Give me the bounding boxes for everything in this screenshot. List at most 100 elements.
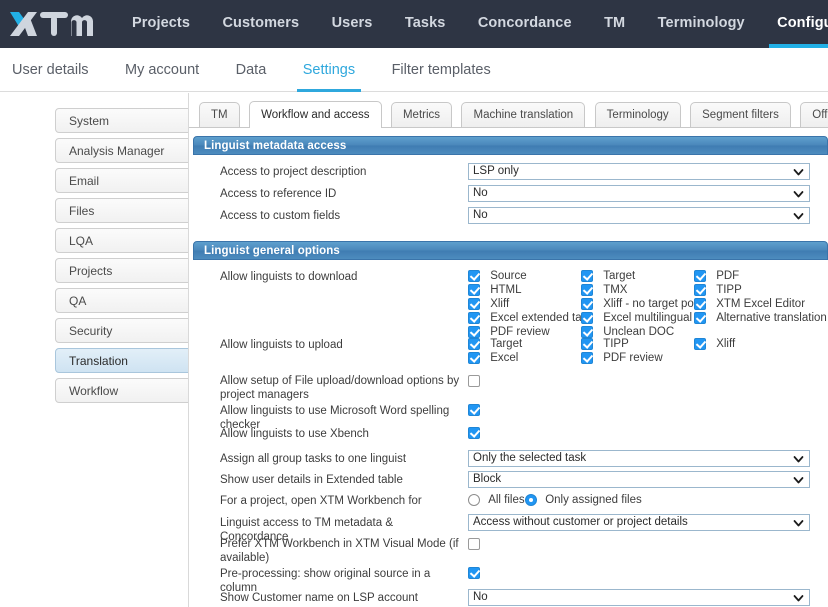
- checkbox-download-alternative-translation[interactable]: [694, 312, 706, 324]
- sidebar-item-system[interactable]: System: [55, 108, 188, 133]
- subnav-item-user-details[interactable]: User details: [0, 48, 105, 92]
- field-access-to-project-description: LSP only: [468, 163, 810, 180]
- row-tm-metadata-access: Linguist access to TM metadata & Concord…: [189, 514, 828, 543]
- label-download-excel-extended-table: Excel extended table: [490, 312, 581, 324]
- checkbox-download-xtm-excel-editor[interactable]: [694, 298, 706, 310]
- row-allow-xbench: Allow linguists to use Xbench: [189, 427, 828, 450]
- select-show-user-details[interactable]: Block: [468, 471, 810, 488]
- checkbox-download-xliff[interactable]: [468, 298, 480, 310]
- subnav-item-filter-templates[interactable]: Filter templates: [376, 48, 507, 92]
- topnav-item-tasks[interactable]: Tasks: [391, 0, 460, 48]
- select-access-to-reference-id[interactable]: No: [468, 185, 810, 202]
- row-assign-group-tasks: Assign all group tasks to one linguist O…: [189, 450, 828, 471]
- subnav-item-my-account[interactable]: My account: [109, 48, 215, 92]
- label-download-target: Target: [603, 270, 636, 282]
- topnav-item-customers[interactable]: Customers: [208, 0, 313, 48]
- checkbox-download-pdf[interactable]: [694, 270, 706, 282]
- row-access-to-reference-id: Access to reference ID No: [189, 185, 828, 205]
- checkbox-download-pdf-review[interactable]: [468, 326, 480, 338]
- checkbox-upload-pdf-review[interactable]: [581, 352, 593, 364]
- row-prefer-visual-mode: Prefer XTM Workbench in XTM Visual Mode …: [189, 537, 828, 567]
- tab-segment-filters[interactable]: Segment filters: [690, 102, 791, 128]
- topnav-item-concordance[interactable]: Concordance: [464, 0, 586, 48]
- checkbox-upload-excel[interactable]: [468, 352, 480, 364]
- tab-workflow-and-access[interactable]: Workflow and access: [249, 101, 382, 128]
- chevron-down-icon: [793, 473, 804, 487]
- checkbox-preprocessing-original-source[interactable]: [468, 567, 480, 579]
- field-show-user-details: Block: [468, 471, 810, 488]
- tab-metrics[interactable]: Metrics: [390, 102, 453, 128]
- topnav-item-configuration[interactable]: Configuration: [763, 0, 828, 48]
- radio-all-files[interactable]: [468, 494, 480, 506]
- sidebar-item-files[interactable]: Files: [55, 198, 188, 223]
- sidebar-item-qa[interactable]: QA: [55, 288, 188, 313]
- row-open-workbench-for: For a project, open XTM Workbench for Al…: [189, 492, 828, 514]
- topnav-item-tm[interactable]: TM: [590, 0, 639, 48]
- select-show-customer-name[interactable]: No: [468, 589, 810, 606]
- field-access-to-reference-id: No: [468, 185, 810, 202]
- label-upload-tipp: TIPP: [603, 338, 629, 350]
- checkbox-download-excel-extended-table[interactable]: [468, 312, 480, 324]
- chevron-down-icon: [793, 187, 804, 201]
- settings-tab-strip: TM Workflow and access Metrics Machine t…: [189, 101, 828, 128]
- select-access-to-project-description[interactable]: LSP only: [468, 163, 810, 180]
- select-value-access-to-reference-id: No: [473, 187, 488, 199]
- label-prefer-visual-mode: Prefer XTM Workbench in XTM Visual Mode …: [220, 538, 459, 564]
- tab-machine-translation[interactable]: Machine translation: [461, 102, 586, 128]
- checkbox-allow-setup-file-upload-download[interactable]: [468, 375, 480, 387]
- row-access-to-custom-fields: Access to custom fields No: [189, 207, 828, 227]
- tab-offline-editors[interactable]: Offline Editors: [800, 102, 828, 128]
- label-allow-setup-file-upload-download: Allow setup of File upload/download opti…: [220, 375, 460, 401]
- section-header-linguist-general-options: Linguist general options: [193, 241, 828, 260]
- select-value-access-to-project-description: LSP only: [473, 165, 519, 177]
- checkbox-download-source[interactable]: [468, 270, 480, 282]
- field-show-customer-name: No: [468, 589, 810, 606]
- topnav-item-terminology[interactable]: Terminology: [644, 0, 759, 48]
- checkbox-download-xliff-no-target-populated[interactable]: [581, 298, 593, 310]
- select-assign-group-tasks[interactable]: Only the selected task: [468, 450, 810, 467]
- sidebar-item-translation[interactable]: Translation: [55, 348, 188, 373]
- sidebar-item-workflow[interactable]: Workflow: [55, 378, 188, 403]
- sidebar-item-projects[interactable]: Projects: [55, 258, 188, 283]
- label-download-html: HTML: [490, 284, 522, 296]
- select-tm-metadata-access[interactable]: Access without customer or project detai…: [468, 514, 810, 531]
- sidebar-item-email[interactable]: Email: [55, 168, 188, 193]
- checkbox-allow-xbench[interactable]: [468, 427, 480, 439]
- chevron-down-icon: [793, 209, 804, 223]
- subnav-item-settings[interactable]: Settings: [287, 48, 371, 92]
- checkbox-download-tmx[interactable]: [581, 284, 593, 296]
- topnav-item-projects[interactable]: Projects: [118, 0, 204, 48]
- checkbox-allow-word-spelling-checker[interactable]: [468, 404, 480, 416]
- tab-terminology[interactable]: Terminology: [594, 102, 681, 128]
- checkbox-download-target[interactable]: [581, 270, 593, 282]
- label-download-alternative-translation: Alternative translation: [716, 312, 827, 324]
- field-tm-metadata-access: Access without customer or project detai…: [468, 514, 810, 531]
- row-access-to-project-description: Access to project description LSP only: [189, 163, 828, 183]
- subnav-item-data[interactable]: Data: [220, 48, 283, 92]
- select-value-assign-group-tasks: Only the selected task: [473, 452, 587, 464]
- checkbox-upload-xliff[interactable]: [694, 338, 706, 350]
- sidebar-item-security[interactable]: Security: [55, 318, 188, 343]
- tab-tm[interactable]: TM: [199, 102, 240, 128]
- radio-only-assigned-files[interactable]: [525, 494, 537, 506]
- topnav-item-users[interactable]: Users: [318, 0, 387, 48]
- checkbox-upload-target[interactable]: [468, 338, 480, 350]
- checkbox-prefer-visual-mode[interactable]: [468, 538, 480, 550]
- checkbox-upload-tipp[interactable]: [581, 338, 593, 350]
- checkbox-download-html[interactable]: [468, 284, 480, 296]
- checkbox-download-excel-multilingual[interactable]: [581, 312, 593, 324]
- label-upload-excel: Excel: [490, 352, 519, 364]
- sidebar-item-analysis-manager[interactable]: Analysis Manager: [55, 138, 188, 163]
- label-upload-pdf-review: PDF review: [603, 352, 663, 364]
- sidebar-item-lqa[interactable]: LQA: [55, 228, 188, 253]
- label-download-xliff: Xliff: [490, 298, 510, 310]
- select-value-tm-metadata-access: Access without customer or project detai…: [473, 516, 688, 528]
- select-value-show-customer-name: No: [473, 591, 488, 603]
- field-assign-group-tasks: Only the selected task: [468, 450, 810, 467]
- select-access-to-custom-fields[interactable]: No: [468, 207, 810, 224]
- chevron-down-icon: [793, 452, 804, 466]
- checkbox-download-tipp[interactable]: [694, 284, 706, 296]
- label-download-xtm-excel-editor: XTM Excel Editor: [716, 298, 806, 310]
- checkbox-download-unclean-doc[interactable]: [581, 326, 593, 338]
- xtm-logo[interactable]: [8, 8, 104, 40]
